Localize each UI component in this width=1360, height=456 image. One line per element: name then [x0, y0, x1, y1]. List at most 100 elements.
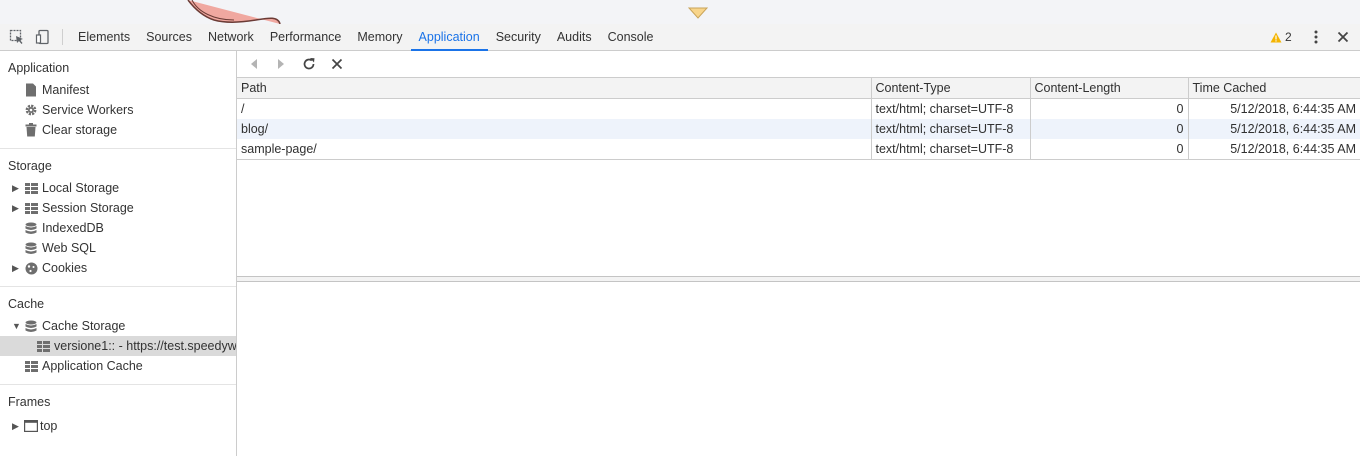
- inspected-page-strip: [0, 0, 1360, 25]
- sidebar-item-label: Session Storage: [42, 201, 134, 215]
- back-icon[interactable]: [246, 56, 262, 72]
- section-title-cache: Cache: [8, 297, 45, 311]
- cell-path: sample-page/: [237, 139, 872, 160]
- sidebar-item-label: Application Cache: [42, 359, 143, 373]
- sidebar-item-label: Service Workers: [42, 103, 134, 117]
- sidebar-item-application-cache[interactable]: Application Cache: [0, 356, 236, 376]
- expand-arrow-icon[interactable]: ▶: [12, 258, 22, 278]
- sidebar-item-session-storage[interactable]: ▶ Session Storage: [0, 198, 236, 218]
- sidebar-item-label: Web SQL: [42, 241, 96, 255]
- devtools-tabs: Elements Sources Network Performance Mem…: [70, 24, 662, 51]
- trash-icon: [24, 123, 38, 137]
- tab-performance[interactable]: Performance: [262, 24, 350, 50]
- sidebar-item-label: versione1:: - https://test.speedyw: [54, 339, 237, 353]
- sidebar-item-clear-storage[interactable]: Clear storage: [0, 120, 236, 140]
- sidebar-item-label: Manifest: [42, 83, 90, 97]
- sidebar-item-manifest[interactable]: Manifest: [0, 80, 236, 100]
- cell-time-cached: 5/12/2018, 6:44:35 AM: [1188, 119, 1360, 139]
- warning-count: 2: [1285, 30, 1292, 44]
- tab-memory[interactable]: Memory: [349, 24, 410, 50]
- cell-content-type: text/html; charset=UTF-8: [871, 119, 1031, 139]
- grid-icon: [24, 359, 38, 373]
- tab-application[interactable]: Application: [410, 24, 488, 51]
- warning-counter[interactable]: 2: [1270, 24, 1292, 50]
- device-toolbar-icon[interactable]: [34, 28, 52, 46]
- expand-arrow-icon[interactable]: ▶: [12, 178, 22, 198]
- expand-arrow-icon[interactable]: ▶: [12, 198, 22, 218]
- application-sidebar: Application Manifest Service Workers Cle…: [0, 51, 237, 456]
- cookie-icon: [24, 261, 38, 275]
- sidebar-item-local-storage[interactable]: ▶ Local Storage: [0, 178, 236, 198]
- tab-audits[interactable]: Audits: [549, 24, 600, 50]
- tab-console[interactable]: Console: [600, 24, 662, 50]
- cache-toolbar: [237, 51, 1360, 78]
- column-header-content-length[interactable]: Content-Length: [1030, 78, 1189, 99]
- cell-content-length: 0: [1030, 98, 1189, 119]
- sidebar-item-web-sql[interactable]: Web SQL: [0, 238, 236, 258]
- sidebar-item-label: top: [40, 419, 58, 433]
- devtools-tabbar: Elements Sources Network Performance Mem…: [0, 24, 1360, 51]
- sidebar-item-top-frame[interactable]: ▶ top: [0, 416, 236, 436]
- sidebar-item-cookies[interactable]: ▶ Cookies: [0, 258, 236, 278]
- database-icon: [24, 319, 38, 333]
- sidebar-item-service-workers[interactable]: Service Workers: [0, 100, 236, 120]
- cell-content-type: text/html; charset=UTF-8: [871, 98, 1031, 119]
- tab-network[interactable]: Network: [200, 24, 262, 50]
- cell-time-cached: 5/12/2018, 6:44:35 AM: [1230, 102, 1356, 116]
- sidebar-item-label: Cache Storage: [42, 319, 126, 333]
- sidebar-section-cache: Cache ▼ Cache Storage versione1:: - http…: [0, 287, 236, 385]
- tab-elements[interactable]: Elements: [70, 24, 138, 50]
- section-title-frames: Frames: [8, 395, 51, 409]
- kebab-menu-icon[interactable]: [1308, 28, 1324, 49]
- table-row[interactable]: blog/ text/html; charset=UTF-8 0 5/12/20…: [237, 119, 1360, 139]
- database-icon: [24, 241, 38, 255]
- sidebar-section-application: Application Manifest Service Workers Cle…: [0, 51, 236, 149]
- refresh-icon[interactable]: [301, 56, 317, 72]
- grid-icon: [24, 181, 38, 195]
- page-illustration: [187, 0, 281, 24]
- warning-icon: [1270, 32, 1282, 42]
- frame-icon: [24, 419, 38, 433]
- table-header-row: Path Content-Type Content-Length Time Ca…: [237, 78, 1360, 99]
- cell-content-length: 0: [1030, 119, 1189, 139]
- sidebar-item-label: Local Storage: [42, 181, 120, 195]
- collapse-arrow-icon[interactable]: ▼: [12, 316, 22, 336]
- cell-content-length: 0: [1030, 139, 1189, 160]
- toolbar-divider: [62, 29, 63, 45]
- database-icon: [24, 221, 38, 235]
- inspect-icon[interactable]: [8, 28, 26, 46]
- sidebar-item-indexeddb[interactable]: IndexedDB: [0, 218, 236, 238]
- page-triangle-graphic: [688, 7, 708, 19]
- sidebar-item-label: Clear storage: [42, 123, 118, 137]
- sidebar-section-storage: Storage ▶ Local Storage ▶ Session Storag…: [0, 149, 236, 287]
- column-header-path[interactable]: Path: [237, 78, 872, 99]
- forward-icon[interactable]: [273, 56, 289, 72]
- sidebar-item-cache-entry[interactable]: versione1:: - https://test.speedyw: [0, 336, 236, 356]
- column-header-content-type[interactable]: Content-Type: [871, 78, 1031, 99]
- expand-arrow-icon[interactable]: ▶: [12, 416, 22, 436]
- cell-time-cached: 5/12/2018, 6:44:35 AM: [1188, 139, 1360, 160]
- cell-path: blog/: [237, 119, 872, 139]
- table-row[interactable]: / text/html; charset=UTF-8 0 5/12/2018, …: [237, 98, 1360, 119]
- column-header-time-cached[interactable]: Time Cached: [1188, 78, 1360, 99]
- preview-splitter[interactable]: [237, 276, 1360, 282]
- delete-icon[interactable]: [329, 56, 345, 72]
- cell-content-type: text/html; charset=UTF-8: [871, 139, 1031, 160]
- section-title-application: Application: [8, 61, 70, 75]
- close-icon[interactable]: [1334, 28, 1352, 49]
- tab-security[interactable]: Security: [488, 24, 549, 50]
- sidebar-item-cache-storage[interactable]: ▼ Cache Storage: [0, 316, 236, 336]
- sidebar-section-frames: Frames ▶ top: [0, 385, 236, 444]
- grid-icon: [36, 339, 50, 353]
- gear-icon: [24, 103, 38, 117]
- cache-storage-view: Path Content-Type Content-Length Time Ca…: [237, 51, 1360, 456]
- manifest-icon: [24, 83, 38, 97]
- cache-entries-table: Path Content-Type Content-Length Time Ca…: [237, 78, 1360, 160]
- grid-icon: [24, 201, 38, 215]
- tab-sources[interactable]: Sources: [138, 24, 200, 50]
- cell-path: /: [237, 98, 872, 119]
- sidebar-item-label: IndexedDB: [42, 221, 104, 235]
- sidebar-item-label: Cookies: [42, 261, 88, 275]
- table-row[interactable]: sample-page/ text/html; charset=UTF-8 0 …: [237, 139, 1360, 160]
- section-title-storage: Storage: [8, 159, 52, 173]
